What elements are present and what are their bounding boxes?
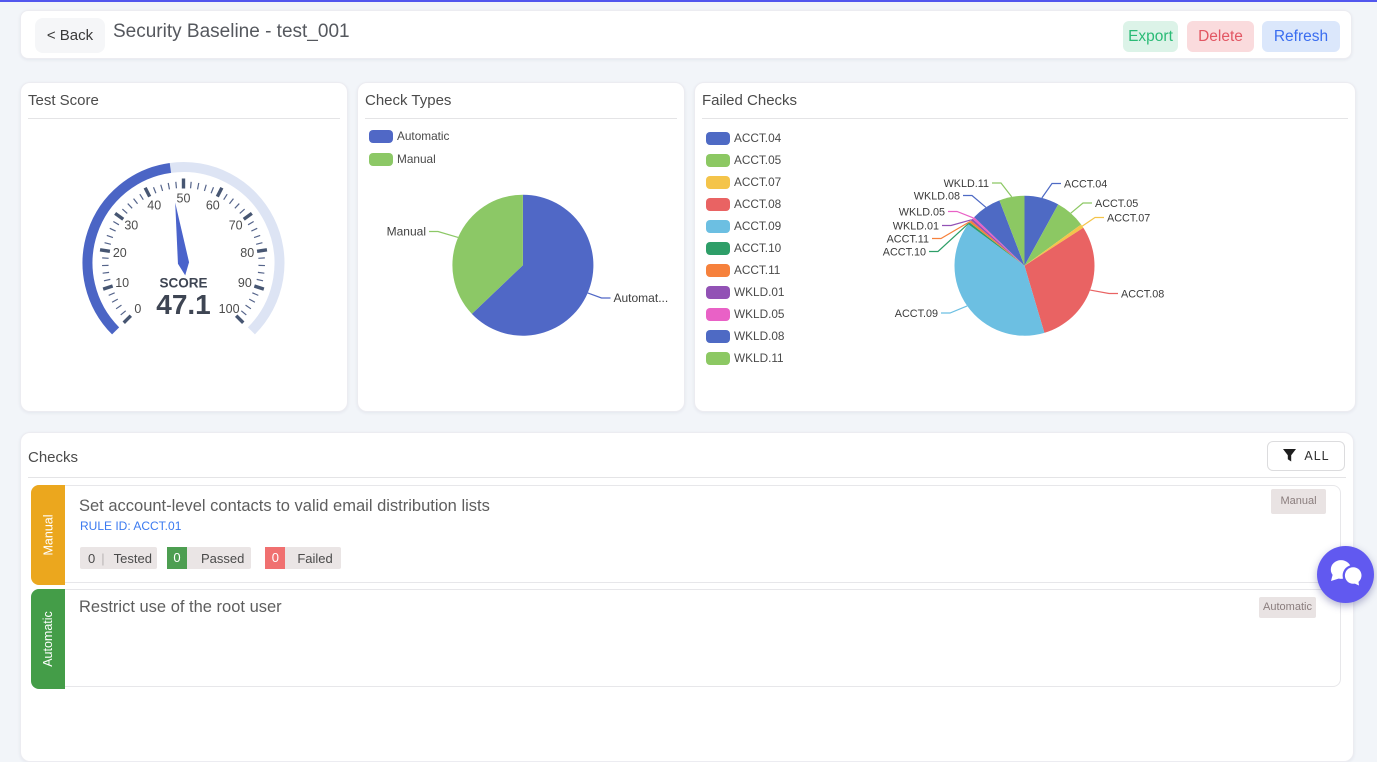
svg-text:70: 70 (229, 218, 243, 232)
svg-text:60: 60 (206, 199, 220, 213)
svg-text:Manual: Manual (387, 225, 426, 239)
svg-text:WKLD.01: WKLD.01 (893, 221, 939, 233)
svg-text:ACCT.09: ACCT.09 (895, 308, 938, 320)
svg-text:90: 90 (238, 276, 252, 290)
svg-text:80: 80 (240, 246, 254, 260)
svg-text:WKLD.11: WKLD.11 (944, 178, 989, 190)
svg-text:ACCT.05: ACCT.05 (1095, 198, 1138, 210)
svg-text:100: 100 (219, 302, 240, 316)
svg-text:30: 30 (124, 218, 138, 232)
svg-text:ACCT.04: ACCT.04 (1064, 179, 1107, 191)
svg-text:50: 50 (177, 192, 191, 206)
svg-text:WKLD.08: WKLD.08 (914, 191, 960, 203)
svg-text:10: 10 (115, 276, 129, 290)
svg-text:47.1: 47.1 (156, 289, 211, 320)
svg-text:ACCT.07: ACCT.07 (1107, 213, 1150, 225)
svg-text:0: 0 (134, 302, 141, 316)
svg-text:WKLD.05: WKLD.05 (899, 207, 945, 219)
svg-text:ACCT.11: ACCT.11 (887, 234, 929, 246)
svg-text:Automat...: Automat... (614, 291, 669, 305)
svg-text:ACCT.08: ACCT.08 (1121, 289, 1164, 301)
svg-text:20: 20 (113, 246, 127, 260)
svg-text:40: 40 (147, 199, 161, 213)
svg-text:ACCT.10: ACCT.10 (883, 247, 926, 259)
